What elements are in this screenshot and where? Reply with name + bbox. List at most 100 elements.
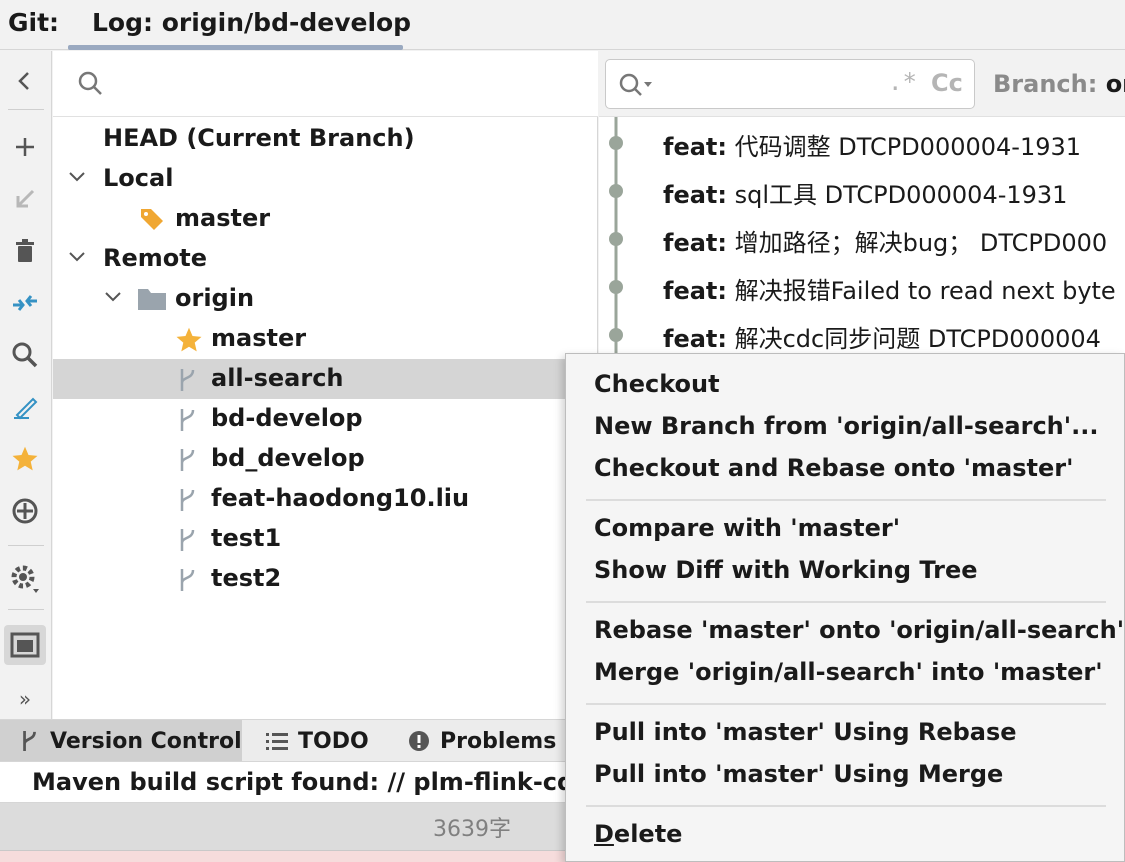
branches-toolbar: »: [0, 51, 52, 719]
edit-icon[interactable]: [4, 387, 46, 427]
branch-filter-value: ori: [1105, 70, 1125, 98]
active-tab-indicator: [68, 45, 403, 50]
plus-icon[interactable]: [4, 127, 46, 167]
tree-group-label: Local: [103, 164, 174, 192]
menu-item-show-diff[interactable]: Show Diff with Working Tree: [566, 550, 1124, 592]
menu-item-rebase[interactable]: Rebase 'master' onto 'origin/all-search': [566, 610, 1124, 652]
tree-item-remote-branch[interactable]: test2: [53, 559, 598, 599]
commit-subject: sql工具 DTCPD000004-1931: [726, 181, 1068, 209]
menu-item-label-rest: elete: [613, 820, 683, 848]
warning-circle-icon: [409, 731, 429, 751]
chevron-down-icon[interactable]: [103, 287, 123, 307]
menu-item-pull-rebase[interactable]: Pull into 'master' Using Rebase: [566, 712, 1124, 754]
branch-icon: [180, 369, 195, 391]
commit-row[interactable]: feat: 解决cdc同步问题 DTCPD000004: [599, 311, 1125, 359]
tree-item-remote-branch[interactable]: bd_develop: [53, 439, 598, 479]
branch-icon: [180, 489, 195, 511]
chevron-down-icon[interactable]: [67, 167, 87, 187]
menu-item-pull-merge[interactable]: Pull into 'master' Using Merge: [566, 754, 1124, 796]
tab-problems[interactable]: Problems: [408, 720, 556, 762]
commit-subject: 增加路径；解决bug； DTCPD000: [726, 229, 1108, 257]
commit-row[interactable]: feat: sql工具 DTCPD000004-1931: [599, 167, 1125, 215]
tree-item-label: all-search: [211, 364, 344, 392]
layout-icon[interactable]: [4, 625, 46, 665]
tab-version-control[interactable]: Version Control: [0, 720, 242, 762]
tree-group-remote[interactable]: Remote: [53, 239, 598, 279]
tree-item-remote-branch[interactable]: test1: [53, 519, 598, 559]
star-icon[interactable]: [4, 439, 46, 479]
commit-row[interactable]: feat: 解决报错Failed to read next byte: [599, 263, 1125, 311]
tree-group-label: Remote: [103, 244, 208, 272]
menu-item-checkout-rebase[interactable]: Checkout and Rebase onto 'master': [566, 448, 1124, 490]
chevron-left-icon[interactable]: [4, 61, 46, 101]
update-icon[interactable]: [4, 179, 46, 219]
tab-label: Version Control: [50, 728, 242, 754]
search-history-icon[interactable]: [618, 72, 654, 98]
tree-item-label: master: [211, 324, 307, 352]
tab-label: TODO: [298, 728, 369, 754]
tool-window-tabbar: Git: Log: origin/bd-develop: [0, 0, 1125, 50]
tag-icon: [141, 209, 163, 230]
branch-icon: [180, 449, 195, 471]
star-icon: [176, 327, 202, 352]
settings-icon[interactable]: [4, 559, 46, 599]
menu-item-label: Pull into 'master' Using Merge: [594, 760, 1004, 788]
toolbar-separator: [8, 609, 44, 610]
tree-item-head[interactable]: HEAD (Current Branch): [53, 119, 598, 159]
commit-type: feat:: [663, 277, 727, 305]
branches-tree-panel: HEAD (Current Branch) Local master Remot…: [53, 51, 598, 719]
chevron-down-icon[interactable]: [67, 247, 87, 267]
commit-message: feat: 代码调整 DTCPD000004-1931: [663, 127, 1081, 162]
tree-item-remote-branch[interactable]: feat-haodong10.liu: [53, 479, 598, 519]
regex-toggle-icon[interactable]: .*: [888, 68, 917, 96]
compare-icon[interactable]: [4, 283, 46, 323]
commit-message: feat: 解决cdc同步问题 DTCPD000004: [663, 319, 1101, 354]
trash-icon[interactable]: [4, 231, 46, 271]
char-count: 3639字: [433, 817, 511, 842]
menu-item-label: Delete: [594, 820, 682, 848]
menu-separator: [586, 499, 1106, 501]
commit-log-panel: .* Cc Branch: ori feat: 代码调整 DTCPD000004…: [599, 51, 1125, 353]
search-icon[interactable]: [4, 335, 46, 375]
status-bar: 3639字: [0, 803, 565, 851]
menu-item-new-branch[interactable]: New Branch from 'origin/all-search'...: [566, 406, 1124, 448]
tree-item-remote-branch[interactable]: bd-develop: [53, 399, 598, 439]
match-case-toggle-icon[interactable]: Cc: [931, 69, 963, 97]
tree-item-remote-branch[interactable]: master: [53, 319, 598, 359]
tab-log[interactable]: Log: origin/bd-develop: [68, 0, 411, 50]
folder-icon: [138, 289, 166, 310]
more-icon[interactable]: »: [4, 679, 46, 719]
log-filter-bar: .* Cc Branch: ori: [599, 51, 1125, 117]
menu-item-checkout[interactable]: Checkout: [566, 364, 1124, 406]
tab-log-label: Log: origin/bd-develop: [92, 8, 412, 37]
commit-message: feat: 解决报错Failed to read next byte: [663, 271, 1116, 306]
commit-subject: 解决报错Failed to read next byte: [726, 277, 1116, 305]
commit-row[interactable]: feat: 代码调整 DTCPD000004-1931: [599, 119, 1125, 167]
bottom-tool-tabs: Version Control TODO Problems: [0, 719, 565, 762]
menu-item-label: Merge 'origin/all-search' into 'master': [594, 658, 1103, 686]
menu-item-compare[interactable]: Compare with 'master': [566, 508, 1124, 550]
notification-message[interactable]: Maven build script found: // plm-flink-c…: [0, 761, 606, 803]
branch-filter-label: Branch:: [993, 70, 1106, 98]
commit-type: feat:: [663, 133, 727, 161]
branch-icon: [180, 529, 195, 551]
tab-todo[interactable]: TODO: [266, 720, 369, 762]
search-icon: [78, 71, 102, 95]
bottom-strip: [0, 851, 565, 862]
menu-item-label: Pull into 'master' Using Rebase: [594, 718, 1017, 746]
branch-icon: [23, 731, 36, 751]
target-icon[interactable]: [4, 491, 46, 531]
menu-item-merge[interactable]: Merge 'origin/all-search' into 'master': [566, 652, 1124, 694]
tree-item-local-branch[interactable]: master: [53, 199, 598, 239]
log-search-input[interactable]: .* Cc: [605, 59, 975, 109]
branch-search-field[interactable]: [53, 51, 598, 117]
branch-filter-dropdown[interactable]: Branch: ori: [993, 70, 1125, 98]
menu-item-delete[interactable]: Delete: [566, 814, 1124, 856]
commit-row[interactable]: feat: 增加路径；解决bug； DTCPD000: [599, 215, 1125, 263]
menu-item-label: Rebase 'master' onto 'origin/all-search': [594, 616, 1125, 644]
branch-icon: [180, 409, 195, 431]
tree-item-label: bd_develop: [211, 444, 365, 472]
tree-item-remote-branch-selected[interactable]: all-search: [53, 359, 598, 399]
tree-group-origin[interactable]: origin: [53, 279, 598, 319]
tree-group-local[interactable]: Local: [53, 159, 598, 199]
